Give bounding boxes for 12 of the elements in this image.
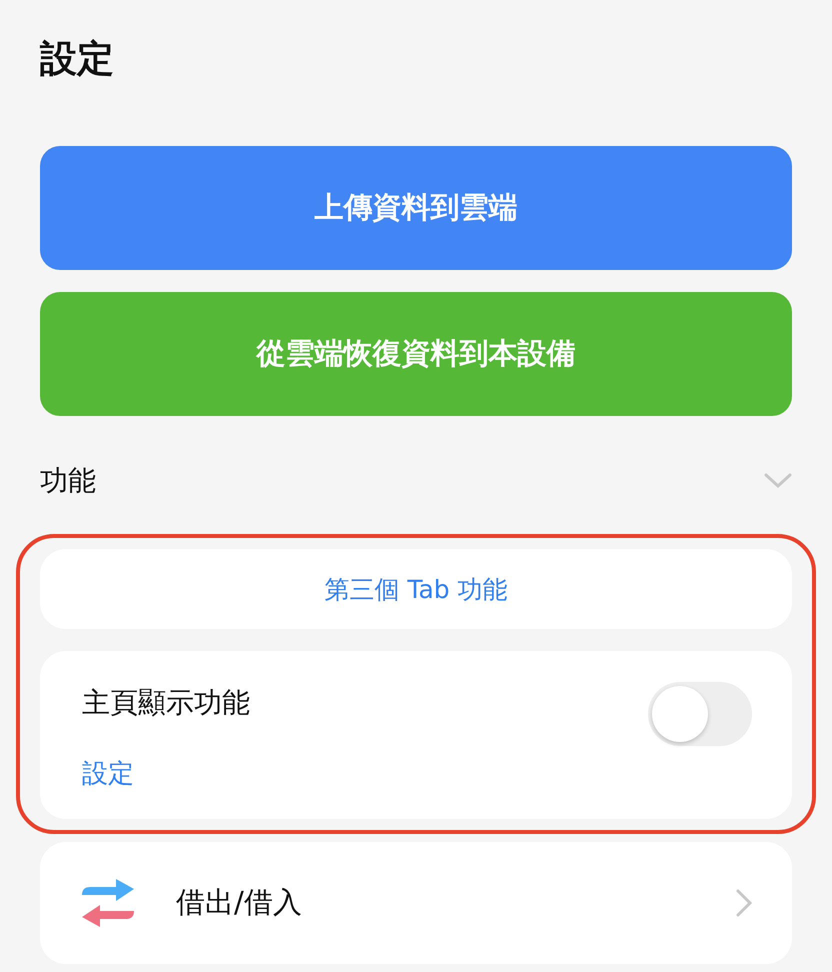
action-button[interactable]: 上傳資料到雲端	[40, 146, 792, 270]
tab-feature-button[interactable]: 第三個 Tab 功能	[40, 549, 792, 629]
settings-link[interactable]: 設定	[82, 757, 250, 791]
chevron-right-icon	[736, 889, 752, 917]
row-label: 借出/借入	[176, 884, 303, 921]
page-title: 設定	[40, 36, 115, 82]
swap-arrows-icon	[80, 877, 136, 929]
section-title: 功能	[40, 463, 96, 499]
action-button[interactable]: 從雲端恢復資料到本設備	[40, 292, 792, 416]
chevron-icon[interactable]	[764, 473, 792, 489]
feature-label: 主頁顯示功能	[82, 685, 250, 721]
list-row[interactable]: 借出/借入	[40, 842, 792, 964]
